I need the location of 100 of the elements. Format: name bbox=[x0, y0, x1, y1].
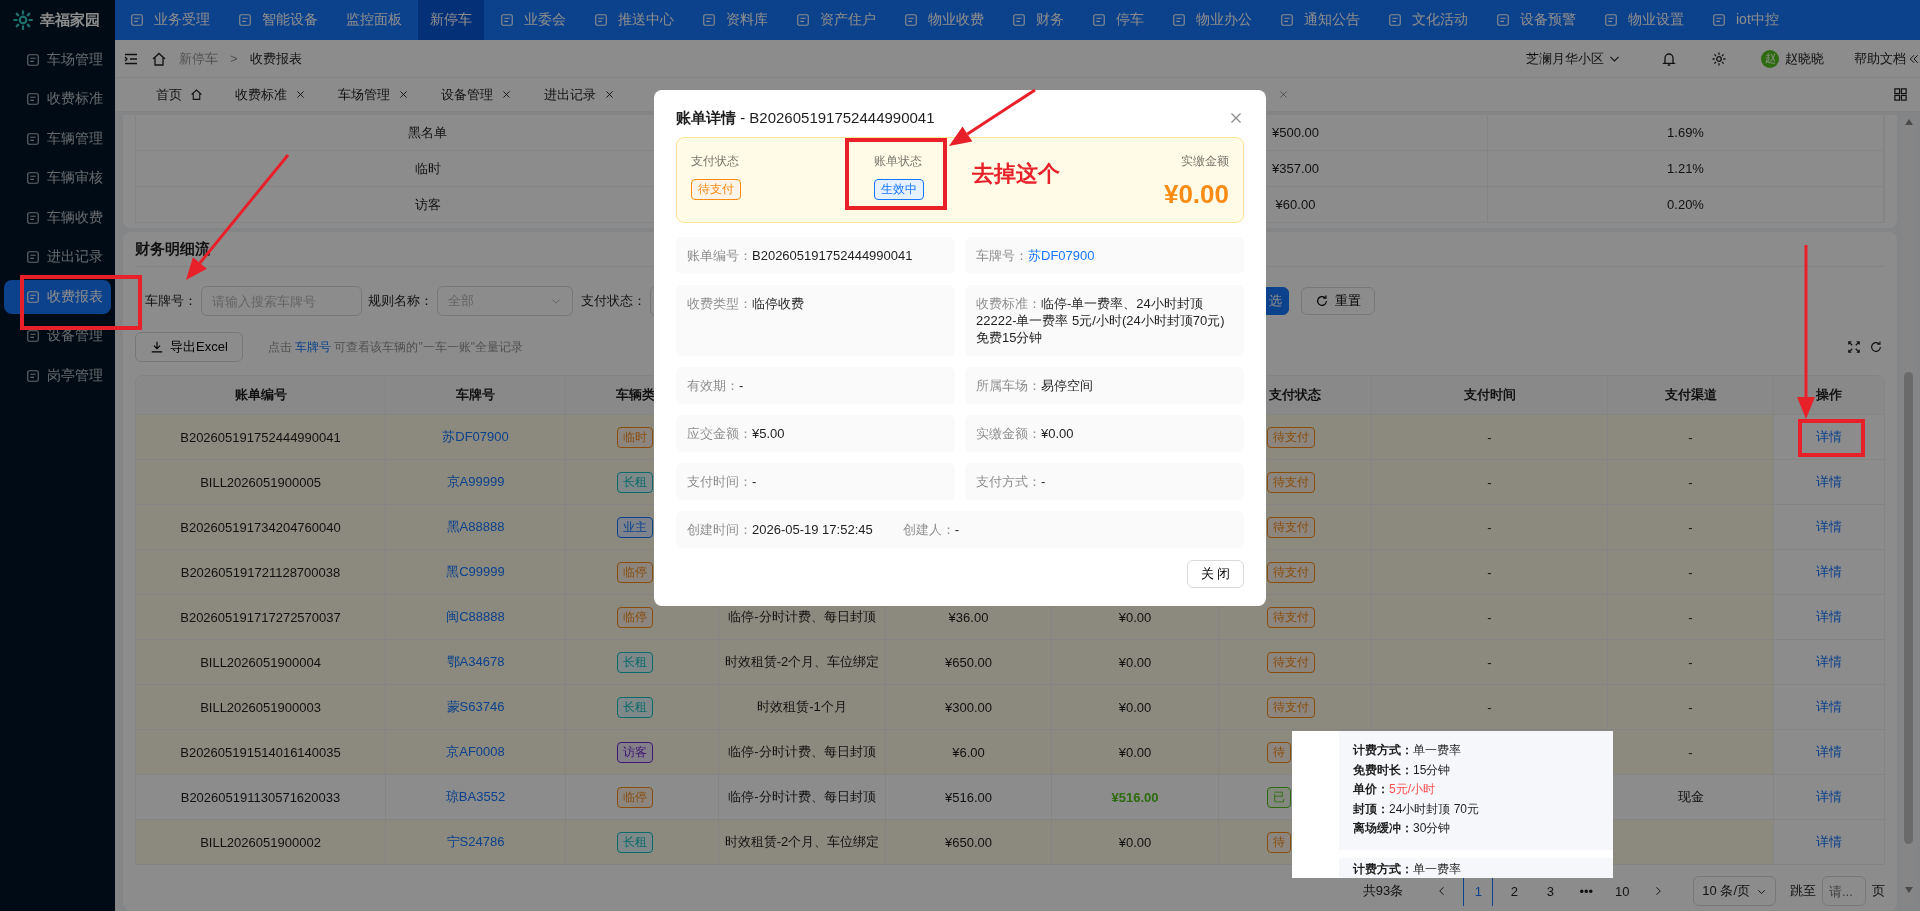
nav-item[interactable]: 物业办公 bbox=[1160, 0, 1264, 40]
nav-item[interactable]: 资产住户 bbox=[784, 0, 888, 40]
table-cell: ¥300.00 bbox=[945, 699, 992, 715]
info-field: 收费标准：临停-单一费率、24小时封顶22222-单一费率 5元/小时(24小时封顶70元) 免费15分钟 bbox=[965, 285, 1244, 356]
close-icon[interactable] bbox=[398, 89, 409, 100]
vehicle-type-tag: 临停 bbox=[617, 606, 653, 628]
nav-item[interactable]: 停车 bbox=[1080, 0, 1156, 40]
details-link[interactable]: 详情 bbox=[1816, 743, 1842, 761]
annotation-note: 去掉这个 bbox=[972, 160, 1060, 188]
settings-icon[interactable] bbox=[1711, 50, 1727, 67]
page-jump-field[interactable]: 请... bbox=[1822, 876, 1866, 906]
tab[interactable]: 车场管理 bbox=[322, 77, 425, 112]
plate-link[interactable]: 京A99999 bbox=[446, 473, 505, 491]
close-icon[interactable] bbox=[295, 89, 306, 100]
tab[interactable]: 进出记录 bbox=[528, 77, 631, 112]
refresh-icon[interactable] bbox=[1869, 340, 1883, 354]
field-label: 规则名称： bbox=[368, 292, 433, 310]
up-triangle-icon[interactable] bbox=[1903, 118, 1914, 126]
sidebar-item[interactable]: 岗亭管理 bbox=[4, 358, 111, 393]
table-cell: 黑名单 bbox=[408, 123, 447, 142]
breadcrumb-item[interactable]: 新停车 bbox=[179, 49, 218, 68]
details-link[interactable]: 详情 bbox=[1816, 788, 1842, 806]
plate-link[interactable]: 黑A88888 bbox=[446, 518, 505, 536]
nav-item[interactable]: 新停车 bbox=[418, 0, 484, 40]
nav-item[interactable]: 业委会 bbox=[488, 0, 578, 40]
fullscreen-icon[interactable] bbox=[1847, 340, 1861, 354]
sidebar-item[interactable]: 车辆收费 bbox=[4, 200, 111, 235]
plate-link[interactable]: 闽C88888 bbox=[446, 608, 505, 626]
tile-icon bbox=[1012, 13, 1026, 27]
tab[interactable]: 收费标准 bbox=[219, 77, 322, 112]
page-number[interactable]: 2 bbox=[1499, 876, 1530, 906]
nav-item[interactable]: 设备预警 bbox=[1484, 0, 1588, 40]
highlight-box bbox=[1798, 419, 1865, 457]
table-cell: B202605191717272570037 bbox=[180, 609, 341, 625]
sidebar-item[interactable]: 收费标准 bbox=[4, 82, 111, 117]
plate-link[interactable]: 鄂A34678 bbox=[446, 653, 505, 671]
plate-link[interactable]: 宁S24786 bbox=[446, 833, 505, 851]
nav-item[interactable]: 智能设备 bbox=[226, 0, 330, 40]
table-cell: 1.69% bbox=[1667, 125, 1704, 140]
plate-link[interactable]: 苏DF07900 bbox=[442, 428, 509, 446]
page-number[interactable]: 10 bbox=[1607, 876, 1638, 906]
table-cell: 1.21% bbox=[1667, 161, 1704, 176]
details-link[interactable]: 详情 bbox=[1816, 608, 1842, 626]
rate-line: 封顶：24小时封顶 70元 bbox=[1353, 800, 1481, 818]
page-size-select[interactable]: 10 条/页 bbox=[1693, 876, 1776, 906]
nav-item[interactable]: 推送中心 bbox=[582, 0, 686, 40]
table-cell: 临停-分时计费、每日封顶 bbox=[728, 608, 876, 626]
close-icon[interactable] bbox=[501, 89, 512, 100]
tile-icon bbox=[26, 131, 40, 146]
community-selector[interactable]: 芝澜月华小区 bbox=[1526, 49, 1621, 68]
down-triangle-icon[interactable] bbox=[1903, 886, 1914, 894]
nav-item[interactable]: 文化活动 bbox=[1376, 0, 1480, 40]
nav-item[interactable]: 通知公告 bbox=[1268, 0, 1372, 40]
page-number[interactable]: 3 bbox=[1535, 876, 1566, 906]
status-tag: 待 bbox=[1267, 741, 1291, 763]
nav-item[interactable]: 物业收费 bbox=[892, 0, 996, 40]
plate-link[interactable]: 琼BA3552 bbox=[445, 788, 506, 806]
plate-link[interactable]: 京AF0008 bbox=[446, 743, 505, 761]
details-link[interactable]: 详情 bbox=[1816, 563, 1842, 581]
details-link[interactable]: 详情 bbox=[1816, 518, 1842, 536]
close-icon[interactable] bbox=[604, 89, 615, 100]
details-link[interactable]: 详情 bbox=[1816, 653, 1842, 671]
details-link[interactable]: 详情 bbox=[1816, 473, 1842, 491]
sidebar-item[interactable]: 进出记录 bbox=[4, 240, 111, 275]
plate-link[interactable]: 蒙S63746 bbox=[446, 698, 505, 716]
export-button[interactable]: 导出Excel bbox=[135, 332, 243, 362]
nav-item[interactable]: 物业设置 bbox=[1592, 0, 1696, 40]
sidebar-item[interactable]: 车辆审核 bbox=[4, 161, 111, 196]
grid-icon[interactable] bbox=[1893, 87, 1908, 102]
reset-button[interactable]: 重置 bbox=[1301, 287, 1375, 315]
nav-item[interactable]: 资料库 bbox=[690, 0, 780, 40]
sidebar-item[interactable]: 车场管理 bbox=[4, 42, 111, 77]
nav-item[interactable]: 监控面板 bbox=[334, 0, 414, 40]
scrollbar-thumb[interactable] bbox=[1904, 372, 1913, 844]
sidebar-item[interactable]: 收费报表 bbox=[4, 279, 111, 314]
details-link[interactable]: 详情 bbox=[1816, 698, 1842, 716]
status-tag: 已 bbox=[1267, 786, 1291, 808]
home-icon[interactable] bbox=[151, 50, 167, 67]
table-cell: ¥516.00 bbox=[1111, 789, 1159, 805]
plate-link[interactable]: 车牌号 bbox=[295, 339, 332, 354]
plate-link[interactable]: 黑C99999 bbox=[446, 563, 505, 581]
nav-item[interactable]: 业务受理 bbox=[118, 0, 222, 40]
column-header: 账单编号 bbox=[234, 386, 287, 404]
bell-icon[interactable] bbox=[1661, 50, 1677, 67]
tab[interactable]: 设备管理 bbox=[425, 77, 528, 112]
tile-icon bbox=[1092, 13, 1106, 27]
tile-icon bbox=[26, 52, 40, 67]
nav-item[interactable]: 财务 bbox=[1000, 0, 1076, 40]
help-link[interactable]: 帮助文档 bbox=[1854, 49, 1920, 68]
page-number[interactable]: ••• bbox=[1571, 876, 1602, 906]
tab[interactable]: 首页 bbox=[140, 77, 219, 112]
table-cell: ¥6.00 bbox=[952, 744, 985, 760]
table-cell: 访客 bbox=[414, 195, 441, 214]
nav-item[interactable]: iot中控 bbox=[1700, 0, 1791, 40]
table-cell: - bbox=[1688, 699, 1693, 715]
plate-link[interactable]: 苏DF07900 bbox=[1028, 248, 1095, 263]
details-link[interactable]: 详情 bbox=[1816, 833, 1842, 851]
close-button[interactable]: 关 闭 bbox=[1187, 560, 1244, 588]
sidebar-item[interactable]: 车辆管理 bbox=[4, 121, 111, 156]
details-link[interactable]: 详情 bbox=[1816, 428, 1842, 446]
